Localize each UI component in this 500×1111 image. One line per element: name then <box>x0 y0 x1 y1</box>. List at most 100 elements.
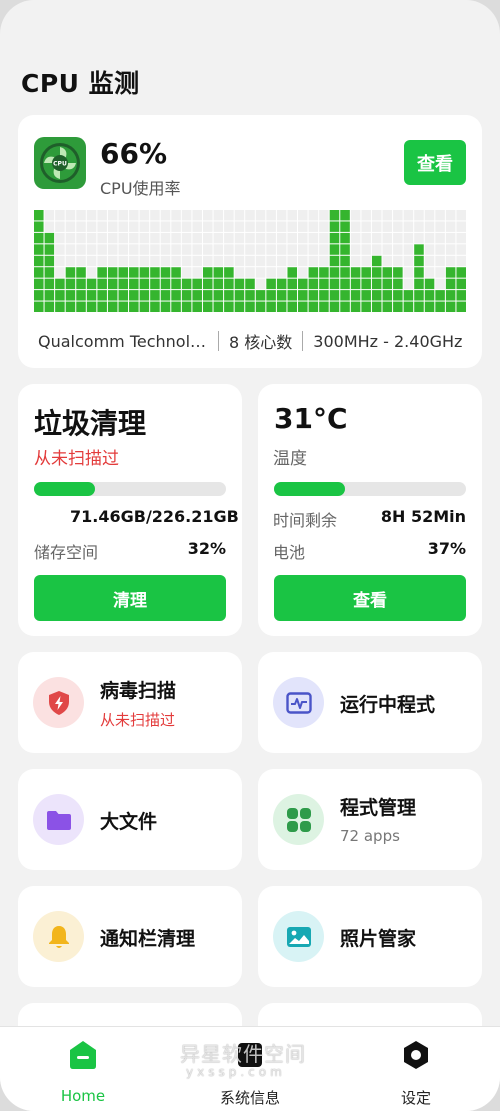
cpu-cores: 8 核心数 <box>229 333 293 352</box>
usage-cell-filled <box>150 290 160 301</box>
usage-cell-empty <box>435 278 445 290</box>
usage-cell-empty <box>276 210 287 221</box>
usage-cell-empty <box>371 244 382 255</box>
clean-button[interactable]: 清理 <box>34 575 226 621</box>
usage-cell-filled <box>382 278 393 290</box>
usage-cell-filled <box>34 244 44 255</box>
usage-cell-filled <box>255 290 266 301</box>
usage-cell-filled <box>456 290 466 301</box>
usage-cell-filled <box>65 278 76 290</box>
usage-cell-filled <box>202 301 213 312</box>
usage-cell-empty <box>192 221 202 232</box>
tile-big-files[interactable]: 大文件 <box>18 769 242 870</box>
usage-cell-empty <box>255 267 266 278</box>
usage-cell-empty <box>456 232 466 244</box>
cpu-view-button[interactable]: 查看 <box>404 140 466 185</box>
usage-cell-empty <box>234 244 245 255</box>
usage-cell-empty <box>192 244 202 255</box>
usage-cell-empty <box>308 221 319 232</box>
usage-cell-empty <box>171 255 181 267</box>
usage-cell-empty <box>224 244 234 255</box>
usage-cell-empty <box>181 267 192 278</box>
usage-cell-empty <box>118 244 129 255</box>
cpu-card[interactable]: CPU 66% CPU使用率 查看 Qualcomm Technologies,… <box>18 115 482 368</box>
usage-cell-empty <box>319 244 329 255</box>
usage-cell-filled <box>424 290 435 301</box>
usage-cell-empty <box>371 210 382 221</box>
tile-virus-scan[interactable]: 病毒扫描 从未扫描过 <box>18 652 242 753</box>
usage-cell-filled <box>308 278 319 290</box>
usage-cell-empty <box>65 232 76 244</box>
usage-cell-filled <box>118 278 129 290</box>
usage-cell-empty <box>393 232 403 244</box>
usage-cell-filled <box>160 290 171 301</box>
usage-cell-empty <box>224 210 234 221</box>
usage-cell-empty <box>276 244 287 255</box>
usage-cell-empty <box>319 232 329 244</box>
usage-cell-empty <box>234 232 245 244</box>
usage-cell-empty <box>160 244 171 255</box>
usage-cell-empty <box>435 244 445 255</box>
usage-cell-filled <box>276 301 287 312</box>
usage-cell-filled <box>171 267 181 278</box>
usage-cell-filled <box>55 278 65 290</box>
usage-cell-filled <box>55 301 65 312</box>
usage-cell-filled <box>340 221 350 232</box>
tile-photo-manager[interactable]: 照片管家 <box>258 886 482 987</box>
tile-running-apps[interactable]: 运行中程式 <box>258 652 482 753</box>
usage-cell-empty <box>266 267 276 278</box>
tile-notification-cleaner[interactable]: 通知栏清理 <box>18 886 242 987</box>
usage-cell-filled <box>393 267 403 278</box>
usage-cell-filled <box>350 267 361 278</box>
usage-cell-empty <box>150 255 160 267</box>
usage-cell-empty <box>266 221 276 232</box>
usage-cell-empty <box>192 232 202 244</box>
hexagon-gear-icon <box>404 1041 428 1069</box>
usage-cell-empty <box>55 255 65 267</box>
usage-cell-filled <box>414 255 424 267</box>
usage-cell-empty <box>287 221 298 232</box>
usage-cell-filled <box>181 278 192 290</box>
watermark-line: 异星软件空间 <box>180 1042 306 1066</box>
usage-cell-empty <box>255 244 266 255</box>
usage-cell-filled <box>224 278 234 290</box>
usage-cell-filled <box>329 301 340 312</box>
usage-cell-empty <box>202 221 213 232</box>
usage-cell-filled <box>456 278 466 290</box>
usage-cell-filled <box>86 301 97 312</box>
usage-cell-empty <box>86 255 97 267</box>
usage-cell-filled <box>34 290 44 301</box>
temperature-view-button[interactable]: 查看 <box>274 575 466 621</box>
temperature-card[interactable]: 31°C 温度 时间剩余 8H 52Min 电池 37% 查看 <box>258 384 482 636</box>
page-title: CPU 监测 <box>21 69 140 98</box>
usage-cell-empty <box>107 232 118 244</box>
usage-cell-filled <box>319 278 329 290</box>
usage-cell-filled <box>107 290 118 301</box>
battery-label: 电池 <box>273 543 306 562</box>
time-remaining-label: 时间剩余 <box>273 511 338 530</box>
usage-cell-filled <box>435 301 445 312</box>
usage-cell-empty <box>245 267 255 278</box>
usage-cell-empty <box>160 210 171 221</box>
usage-cell-filled <box>266 301 276 312</box>
tile-title: 通知栏清理 <box>100 928 196 950</box>
usage-cell-filled <box>107 301 118 312</box>
usage-cell-empty <box>181 255 192 267</box>
usage-cell-empty <box>86 267 97 278</box>
usage-cell-filled <box>44 255 55 267</box>
nav-home[interactable]: Home <box>23 1039 143 1105</box>
tile-subtitle: 从未扫描过 <box>100 711 176 729</box>
usage-cell-empty <box>255 210 266 221</box>
tile-app-manager[interactable]: 程式管理 72 apps <box>258 769 482 870</box>
usage-cell-filled <box>340 278 350 290</box>
usage-cell-empty <box>371 221 382 232</box>
usage-cell-filled <box>76 301 86 312</box>
tile-title: 病毒扫描 <box>100 680 177 702</box>
junk-clean-card[interactable]: 垃圾清理 从未扫描过 71.46GB/226.21GB 储存空间 32% 清理 <box>18 384 242 636</box>
nav-settings[interactable]: 设定 <box>356 1039 476 1108</box>
usage-cell-empty <box>55 221 65 232</box>
usage-cell-empty <box>435 232 445 244</box>
usage-cell-empty <box>171 232 181 244</box>
usage-cell-empty <box>393 244 403 255</box>
usage-cell-filled <box>160 301 171 312</box>
